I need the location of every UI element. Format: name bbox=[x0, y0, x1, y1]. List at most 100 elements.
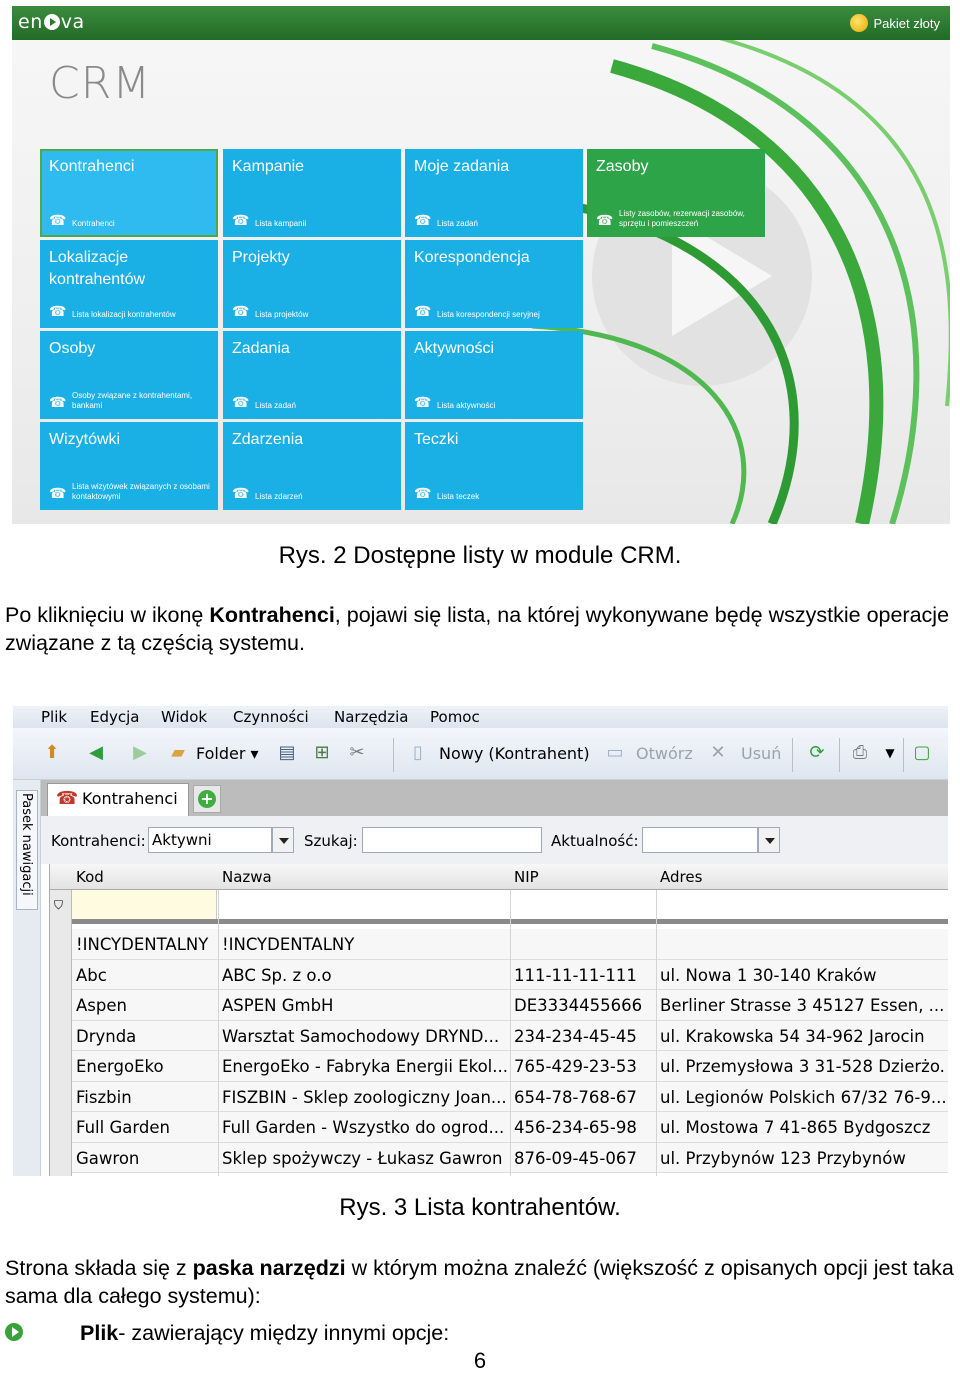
phone-icon: ☎ bbox=[414, 303, 432, 319]
panel-icon[interactable]: ▢ bbox=[911, 742, 933, 764]
menu-edycja[interactable]: Edycja bbox=[90, 708, 139, 726]
add-tab-button[interactable]: + bbox=[193, 785, 221, 813]
phone-icon: ☎ bbox=[232, 485, 250, 501]
kontrahenci-table: Kod Nazwa NIP Adres ⛉ !INCYDENTALNY !INCY… bbox=[49, 864, 948, 1176]
phone-icon: ☎ bbox=[414, 485, 432, 501]
phone-icon: ☎ bbox=[49, 303, 67, 319]
phone-icon: ☎ bbox=[414, 212, 432, 228]
crm-module-screenshot: en va Pakiet złoty CRM Kontrahenci ☎ Kontra… bbox=[12, 6, 950, 524]
search-input[interactable] bbox=[362, 827, 542, 853]
menu-narzedzia[interactable]: Narzędzia bbox=[334, 708, 408, 726]
forward-icon[interactable]: ▶ bbox=[129, 742, 151, 764]
play-icon bbox=[43, 14, 60, 30]
paragraph: Strona składa się z paska narzędzi w któ… bbox=[5, 1256, 954, 1308]
delete-icon: ✕ bbox=[710, 742, 726, 763]
menu-widok[interactable]: Widok bbox=[161, 708, 207, 726]
tab-bar: ☎ Kontrahenci + bbox=[41, 780, 948, 816]
tile-lokalizacje[interactable]: Lokalizacje kontrahentów ☎ Lista lokalizac… bbox=[40, 240, 218, 328]
tile-aktywnosci[interactable]: Aktywności ☎ Lista aktywności bbox=[405, 331, 583, 419]
tile-zadania[interactable]: Zadania ☎ Lista zadań bbox=[223, 331, 401, 419]
toolbar: ⬆ ◀ ▶ ▰ Folder ▾ ▤ ⊞ ✂ ▯ Nowy (Kontrahen… bbox=[13, 728, 948, 780]
phone-icon: ☎ bbox=[232, 394, 250, 410]
tools-icon[interactable]: ✂ bbox=[346, 742, 368, 764]
filter-bar: Kontrahenci: Aktywni Szukaj: Aktualność: bbox=[41, 816, 948, 864]
kontrahenci-list-screenshot: Plik Edycja Widok Czynności Narzędzia Po… bbox=[13, 706, 948, 1176]
tile-teczki[interactable]: Teczki ☎ Lista teczek bbox=[405, 422, 583, 510]
up-folder-icon[interactable]: ⬆ bbox=[41, 742, 63, 764]
separator bbox=[792, 738, 793, 772]
tab-kontrahenci[interactable]: ☎ Kontrahenci bbox=[47, 783, 189, 816]
chevron-down-icon[interactable] bbox=[272, 827, 294, 853]
bullet-item: Plik- zawierający między innymi opcje: bbox=[80, 1321, 450, 1345]
phone-icon: ☎ bbox=[49, 485, 67, 501]
open-button[interactable]: Otwórz bbox=[636, 744, 693, 763]
tile-kampanie[interactable]: Kampanie ☎ Lista kampanii bbox=[223, 149, 401, 237]
menu-bar: Plik Edycja Widok Czynności Narzędzia Po… bbox=[13, 706, 948, 728]
column-divider bbox=[656, 890, 657, 1176]
folder-icon: ▰ bbox=[171, 742, 185, 763]
coin-icon bbox=[849, 14, 868, 32]
new-document-icon: ▯ bbox=[413, 742, 423, 763]
folder-button[interactable]: Folder ▾ bbox=[196, 744, 259, 763]
new-button[interactable]: Nowy (Kontrahent) bbox=[439, 744, 590, 763]
phone-icon: ☎ bbox=[232, 303, 250, 319]
figure-caption: Rys. 2 Dostępne listy w module CRM. bbox=[278, 542, 682, 569]
package-badge[interactable]: Pakiet złoty bbox=[849, 14, 940, 32]
delete-button[interactable]: Usuń bbox=[741, 744, 781, 763]
table-filter-row[interactable] bbox=[50, 890, 948, 924]
menu-czynnosci[interactable]: Czynności bbox=[233, 708, 309, 726]
chevron-down-icon[interactable]: ▼ bbox=[879, 742, 901, 764]
phone-icon: ☎ bbox=[232, 212, 250, 228]
chevron-down-icon[interactable] bbox=[758, 827, 780, 853]
print-icon[interactable]: ⎙ bbox=[849, 742, 871, 764]
row-indicator-column: ⛉ bbox=[50, 890, 72, 1176]
separator bbox=[393, 738, 394, 772]
tile-projekty[interactable]: Projekty ☎ Lista projektów bbox=[223, 240, 401, 328]
phone-icon: ☎ bbox=[596, 212, 614, 228]
tile-wizytowki[interactable]: Wizytówki ☎ Lista wizytówek związanych z o… bbox=[40, 422, 218, 510]
tile-kontrahenci[interactable]: Kontrahenci ☎ Kontrahenci bbox=[40, 149, 218, 237]
refresh-icon[interactable]: ⟳ bbox=[806, 742, 828, 764]
back-icon[interactable]: ◀ bbox=[85, 742, 107, 764]
module-title: CRM bbox=[49, 58, 152, 109]
figure-caption: Rys. 3 Lista kontrahentów. bbox=[339, 1194, 621, 1221]
column-header-kod[interactable]: Kod bbox=[76, 868, 104, 886]
menu-plik[interactable]: Plik bbox=[41, 708, 67, 726]
page-number: 6 bbox=[473, 1348, 487, 1373]
plus-icon: + bbox=[198, 790, 216, 808]
enova-logo: en va bbox=[18, 11, 85, 33]
aktualnosc-select[interactable] bbox=[642, 827, 758, 853]
column-header-adres[interactable]: Adres bbox=[660, 868, 702, 886]
open-document-icon: ▭ bbox=[606, 742, 624, 763]
kontrahenci-filter-label: Kontrahenci: bbox=[51, 832, 146, 850]
tile-zasoby[interactable]: Zasoby ☎ Listy zasobów, rezerwacji zasobów… bbox=[587, 149, 765, 237]
column-divider bbox=[218, 890, 219, 1176]
tile-zdarzenia[interactable]: Zdarzenia ☎ Lista zdarzeń bbox=[223, 422, 401, 510]
tree-icon[interactable]: ⊞ bbox=[311, 742, 333, 764]
aktualnosc-label: Aktualność: bbox=[551, 832, 639, 850]
column-header-nazwa[interactable]: Nazwa bbox=[222, 868, 272, 886]
search-label: Szukaj: bbox=[304, 832, 358, 850]
phone-icon: ☎ bbox=[414, 394, 432, 410]
menu-pomoc[interactable]: Pomoc bbox=[430, 708, 480, 726]
navigation-strip: Pasek nawigacji bbox=[13, 780, 41, 1176]
kod-filter-cell[interactable] bbox=[72, 890, 217, 919]
filter-icon[interactable]: ⛉ bbox=[54, 898, 63, 913]
table-header: Kod Nazwa NIP Adres bbox=[50, 864, 948, 890]
separator bbox=[839, 738, 840, 772]
phone-icon: ☎ bbox=[49, 212, 67, 228]
tile-osoby[interactable]: Osoby ☎ Osoby związane z kontrahentami, ba… bbox=[40, 331, 218, 419]
bullet-arrow-icon bbox=[5, 1323, 23, 1341]
enova-header-bar: en va Pakiet złoty bbox=[12, 6, 950, 40]
paragraph: Po kliknięciu w ikonę Kontrahenci, pojaw… bbox=[5, 603, 950, 655]
nav-strip-tab[interactable]: Pasek nawigacji bbox=[16, 790, 38, 910]
table-icon[interactable]: ▤ bbox=[276, 742, 298, 764]
tile-moje-zadania[interactable]: Moje zadania ☎ Lista zadań bbox=[405, 149, 583, 237]
tile-korespondencja[interactable]: Korespondencja ☎ Lista korespondencji sery… bbox=[405, 240, 583, 328]
separator bbox=[903, 738, 904, 772]
column-divider bbox=[510, 890, 511, 1176]
kontrahenci-filter-select[interactable]: Aktywni bbox=[148, 827, 272, 853]
phone-icon: ☎ bbox=[56, 788, 79, 809]
phone-icon: ☎ bbox=[49, 394, 67, 410]
column-header-nip[interactable]: NIP bbox=[514, 868, 539, 886]
